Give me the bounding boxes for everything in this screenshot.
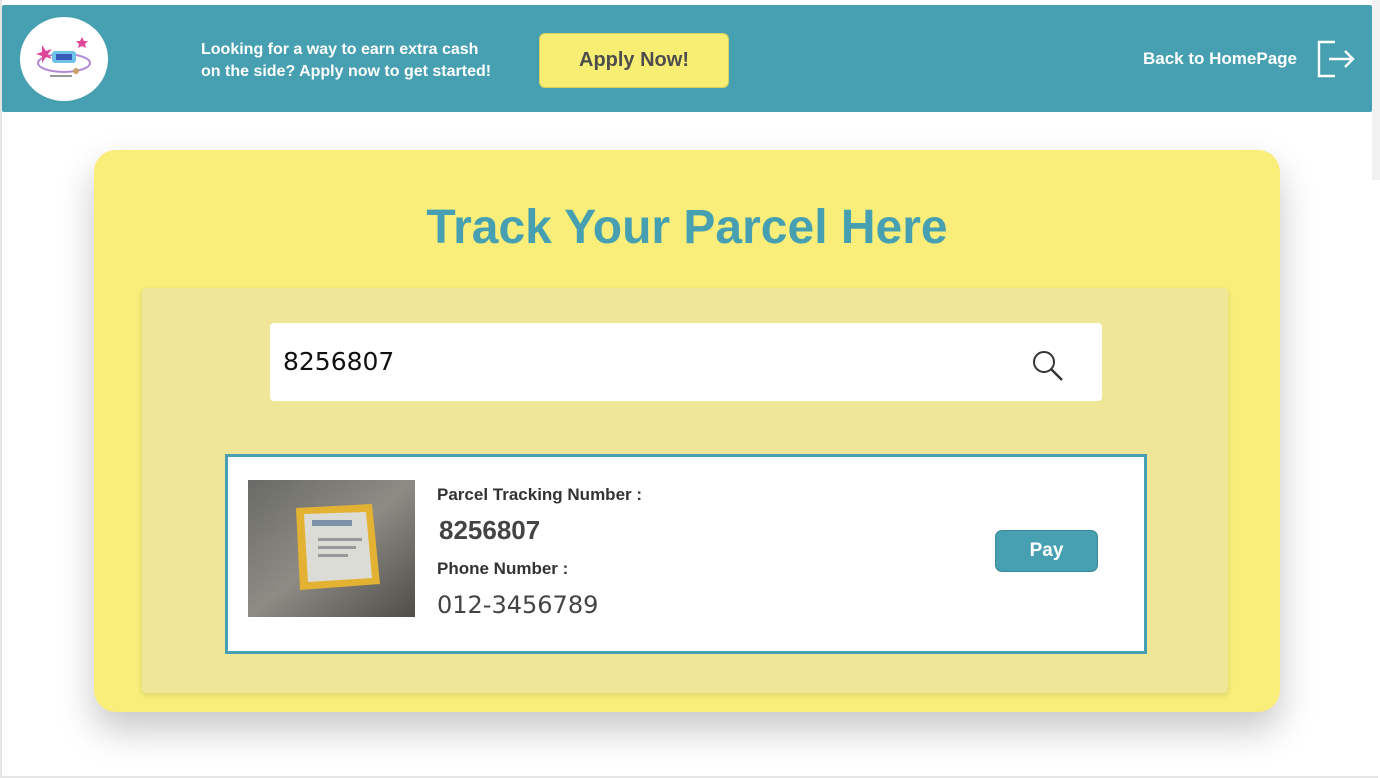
brand-logo[interactable] xyxy=(20,17,108,101)
scrollbar-strip xyxy=(1372,0,1380,180)
search-input[interactable]: 8256807 xyxy=(270,323,1102,401)
tracking-number-value: 8256807 xyxy=(439,515,541,545)
top-bar: Looking for a way to earn extra cash on … xyxy=(2,5,1372,112)
phone-number-label: Phone Number : xyxy=(437,559,569,578)
promo-line-1: Looking for a way to earn extra cash xyxy=(201,41,479,58)
phone-number-value: 012-3456789 xyxy=(437,591,599,619)
tracking-number-label: Parcel Tracking Number : xyxy=(437,485,643,504)
back-to-homepage-link[interactable]: Back to HomePage xyxy=(1143,49,1297,69)
tracking-card: Track Your Parcel Here 8256807 Parcel Tr… xyxy=(94,150,1280,712)
logout-icon[interactable] xyxy=(1315,40,1357,78)
logo-icon xyxy=(36,37,91,77)
parcel-photo xyxy=(248,480,415,617)
promo-text: Looking for a way to earn extra cash on … xyxy=(201,39,531,83)
page-title: Track Your Parcel Here xyxy=(426,201,948,254)
pay-button[interactable]: Pay xyxy=(995,530,1098,572)
promo-line-2: on the side? Apply now to get started! xyxy=(201,63,492,80)
apply-now-button[interactable]: Apply Now! xyxy=(539,33,729,88)
search-icon[interactable] xyxy=(1031,349,1065,383)
tracking-panel: 8256807 Parcel Tracking Number: 8256807… xyxy=(142,288,1228,693)
parcel-result: Parcel Tracking Number : 8256807 Phone N… xyxy=(225,454,1147,654)
search-value[interactable]: 8256807 xyxy=(283,347,394,376)
